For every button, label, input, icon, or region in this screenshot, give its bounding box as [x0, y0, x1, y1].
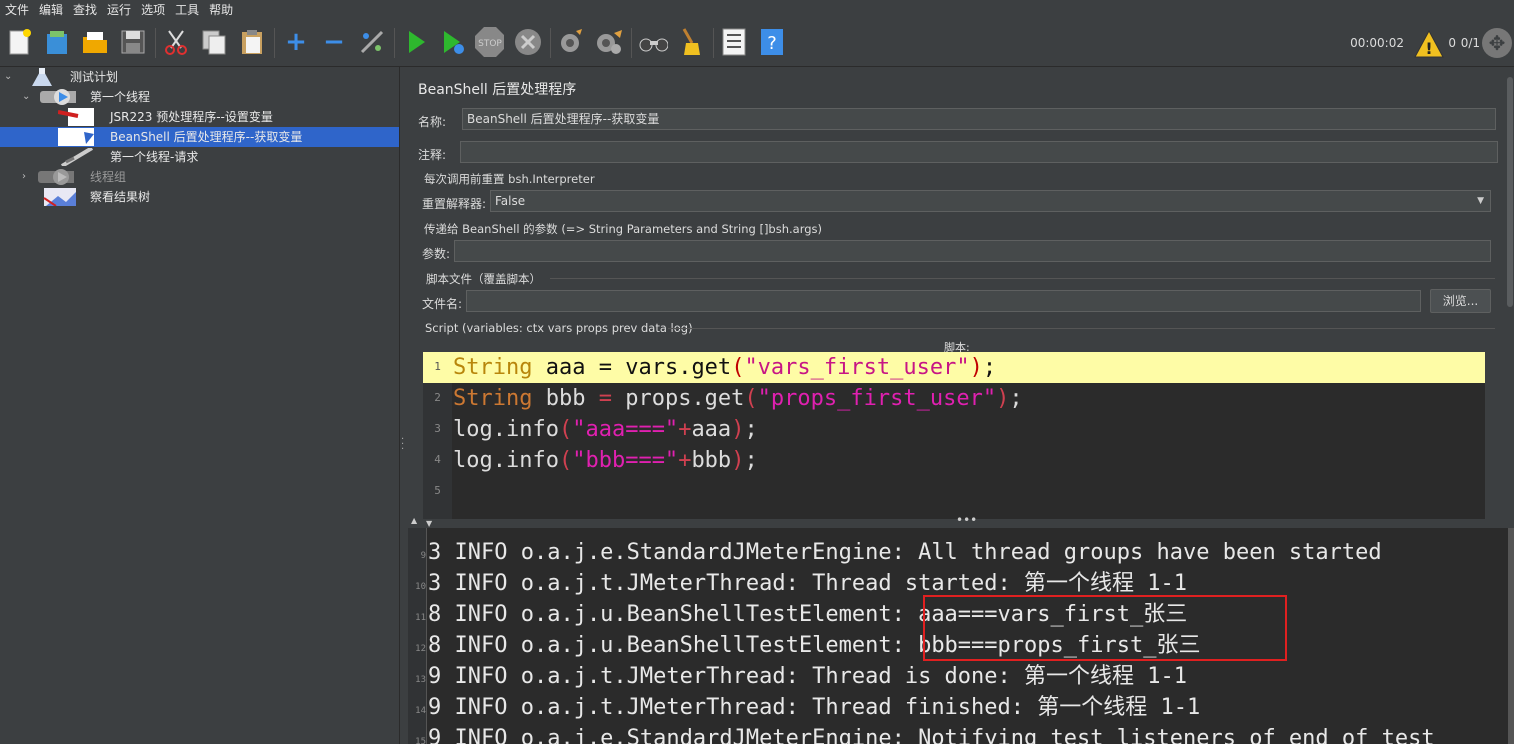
remote-start-icon[interactable]: ✥	[1482, 28, 1512, 58]
menu-edit[interactable]: 编辑	[34, 0, 68, 20]
params-field[interactable]	[454, 240, 1491, 262]
menu-file[interactable]: 文件	[0, 0, 34, 20]
tree-item-view-results-tree[interactable]: 察看结果树	[0, 187, 399, 207]
code-line: 4 log.info("bbb==="+bbb);	[434, 448, 758, 473]
function-helper-icon[interactable]	[719, 27, 749, 57]
code-line: 1 String aaa = vars.get("vars_first_user…	[423, 352, 1485, 383]
arrow-down-icon[interactable]: ▼	[426, 519, 432, 528]
tree-item-jsr223-preprocessor[interactable]: JSR223 预处理程序--设置变量	[0, 107, 399, 127]
tree-item-sampler[interactable]: 第一个线程-请求	[0, 147, 399, 167]
log-splitter[interactable]: ▲ ▼ •••	[408, 513, 1514, 528]
menu-search[interactable]: 查找	[68, 0, 102, 20]
filename-label: 文件名:	[422, 297, 463, 311]
editor-scrollbar[interactable]	[1485, 352, 1493, 519]
chevron-down-icon[interactable]: ⌄	[22, 87, 30, 107]
svg-text:!: !	[1425, 39, 1432, 58]
drag-handle-icon[interactable]: •••	[956, 513, 977, 527]
toolbar: + − STOP ? 00:00:02 ! 0 0/1 ✥	[0, 20, 1514, 67]
params-group-title: 传递给 BeanShell 的参数 (=> String Parameters …	[424, 222, 823, 236]
menu-bar: 文件 编辑 查找 运行 选项 工具 帮助	[0, 0, 1514, 21]
start-icon[interactable]	[401, 27, 431, 57]
new-icon[interactable]	[5, 27, 35, 57]
start-no-pause-icon[interactable]	[438, 27, 468, 57]
code-line: 2 String bbb = props.get("props_first_us…	[434, 386, 1023, 411]
tree-item-thread-group-first[interactable]: ⌄ 第一个线程	[0, 87, 399, 107]
log-line: 13 9 INFO o.a.j.t.JMeterThread: Thread is…	[415, 664, 1188, 689]
templates-icon[interactable]	[42, 27, 72, 57]
dropdown-arrow-icon[interactable]: ▼	[1477, 191, 1484, 211]
preprocessor-icon	[58, 108, 94, 126]
menu-options[interactable]: 选项	[136, 0, 170, 20]
params-label: 参数:	[422, 247, 451, 261]
script-group-title: Script (variables: ctx vars props prev d…	[425, 321, 693, 335]
reset-interpreter-value: False	[495, 194, 526, 208]
reset-interpreter-select[interactable]: False ▼	[490, 190, 1491, 212]
svg-text:?: ?	[767, 33, 777, 54]
reset-group-title: 每次调用前重置 bsh.Interpreter	[424, 172, 595, 186]
cut-icon[interactable]	[161, 27, 191, 57]
chevron-down-icon[interactable]: ⌄	[4, 67, 12, 87]
filename-field[interactable]	[466, 290, 1421, 312]
comment-label: 注释:	[418, 148, 447, 162]
save-icon[interactable]	[118, 27, 148, 57]
reset-interpreter-label: 重置解释器:	[422, 197, 487, 211]
code-line: 5	[434, 484, 441, 497]
paste-icon[interactable]	[237, 27, 267, 57]
stop-icon[interactable]: STOP	[474, 27, 504, 57]
panel-title: BeanShell 后置处理程序	[418, 82, 577, 98]
error-count: 0	[1448, 36, 1456, 50]
clear-all-icon[interactable]	[594, 27, 624, 57]
tree-item-beanshell-postprocessor[interactable]: BeanShell 后置处理程序--获取变量	[0, 127, 399, 147]
help-icon[interactable]: ?	[757, 27, 787, 57]
file-group-title: 脚本文件（覆盖脚本）	[426, 272, 541, 286]
annotation-highlight-box	[923, 595, 1287, 661]
thread-group-icon	[40, 89, 76, 105]
log-line: 14 9 INFO o.a.j.t.JMeterThread: Thread fi…	[415, 695, 1201, 720]
log-line: 15 9 INFO o.a.j.e.StandardJMeterEngine: N…	[415, 726, 1435, 744]
warning-icon[interactable]: !	[1414, 29, 1444, 58]
script-editor[interactable]: 1 String aaa = vars.get("vars_first_user…	[423, 352, 1493, 519]
code-line: 3 log.info("aaa==="+aaa);	[434, 417, 758, 442]
collapse-icon[interactable]: −	[319, 27, 349, 57]
browse-button[interactable]: 浏览...	[1430, 289, 1491, 313]
sampler-icon	[60, 148, 94, 166]
panel-splitter[interactable]: · · ·	[399, 67, 408, 744]
active-thread-count: 0/1	[1460, 36, 1480, 50]
expand-icon[interactable]: +	[281, 27, 311, 57]
name-field[interactable]: BeanShell 后置处理程序--获取变量	[462, 108, 1496, 130]
tree-item-thread-group[interactable]: › 线程组	[0, 167, 399, 187]
name-label: 名称:	[418, 115, 447, 129]
listener-icon	[43, 188, 76, 206]
copy-icon[interactable]	[199, 27, 229, 57]
panel-scrollbar[interactable]	[1506, 67, 1514, 517]
reset-search-icon[interactable]	[676, 27, 706, 57]
elapsed-timer: 00:00:02	[1350, 36, 1404, 50]
search-icon[interactable]	[638, 27, 668, 57]
thread-group-icon	[38, 169, 74, 185]
chevron-right-icon[interactable]: ›	[22, 167, 26, 187]
shutdown-icon[interactable]	[513, 27, 543, 57]
menu-help[interactable]: 帮助	[204, 0, 238, 20]
toggle-icon[interactable]	[357, 27, 387, 57]
log-scrollbar[interactable]	[1508, 528, 1514, 744]
log-line: 93 INFO o.a.j.e.StandardJMeterEngine: Al…	[420, 540, 1382, 565]
menu-run[interactable]: 运行	[102, 0, 136, 20]
menu-tools[interactable]: 工具	[170, 0, 204, 20]
arrow-up-icon[interactable]: ▲	[411, 516, 417, 525]
clear-icon[interactable]	[556, 27, 586, 57]
tree-item-test-plan[interactable]: ⌄ 测试计划	[0, 67, 399, 87]
test-plan-tree: ⌄ 测试计划 ⌄ 第一个线程 JSR223 预处理程序--设置变量 BeanSh…	[0, 67, 399, 744]
open-icon[interactable]	[80, 27, 110, 57]
test-plan-icon	[32, 68, 52, 86]
svg-text:STOP: STOP	[478, 39, 502, 49]
postprocessor-icon	[58, 128, 94, 146]
comment-field[interactable]	[460, 141, 1498, 163]
